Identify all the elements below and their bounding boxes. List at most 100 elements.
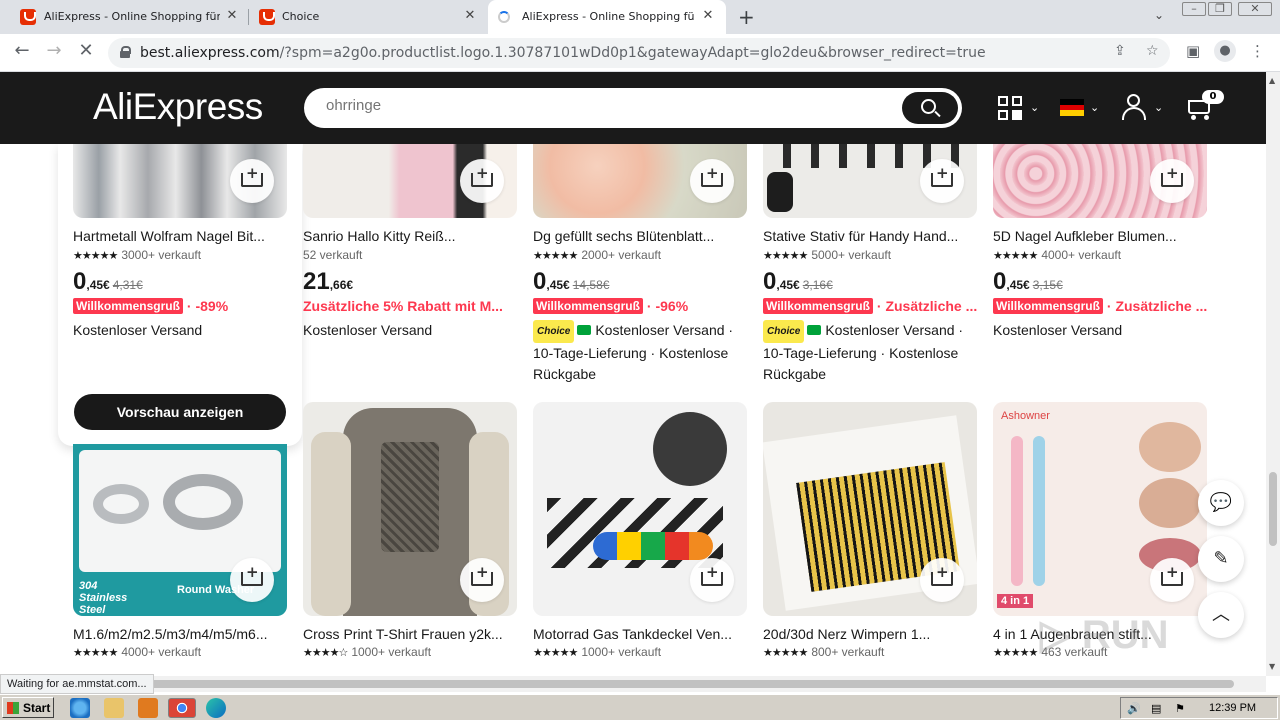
rating-stars-icon: ★★★★★ [993, 647, 1038, 659]
welcome-badge: Willkommensgruß [993, 298, 1103, 314]
browser-tab-2[interactable]: Choice ✕ [249, 0, 487, 34]
add-to-cart-button[interactable] [230, 159, 274, 203]
product-rating: ★★★★★ 4000+ verkauft [993, 248, 1121, 262]
chat-icon[interactable]: 💬 [1198, 480, 1244, 526]
scroll-up-icon[interactable]: ▲ [1269, 76, 1275, 85]
add-to-cart-button[interactable] [920, 159, 964, 203]
chevron-down-icon[interactable]: ⌄ [1154, 101, 1163, 114]
stop-loading-icon[interactable]: ✕ [74, 40, 98, 61]
scroll-down-icon[interactable]: ▼ [1269, 662, 1275, 671]
product-card[interactable]: Dg gefüllt sechs Blütenblatt... ★★★★★200… [533, 144, 747, 384]
bookmark-star-icon[interactable]: ☆ [1146, 43, 1159, 59]
address-bar[interactable]: best.aliexpress.com/?spm=a2g0o.productli… [108, 38, 1170, 68]
close-tab-icon[interactable]: ✕ [462, 8, 478, 23]
product-card[interactable]: Hartmetall Wolfram Nagel Bit... ★★★★★300… [73, 144, 287, 394]
qr-code-icon[interactable] [998, 96, 1022, 120]
qr-square [1012, 96, 1022, 106]
chevron-down-icon[interactable]: ⌄ [1030, 101, 1039, 114]
germany-flag-icon[interactable] [1060, 99, 1084, 117]
cart-count-badge: 0 [1202, 90, 1224, 104]
back-icon[interactable]: ← [10, 40, 34, 61]
volume-icon[interactable]: 🔊 [1127, 702, 1141, 715]
network-icon[interactable]: ▤ [1151, 702, 1161, 715]
sold-count: 4000+ verkauft [1041, 248, 1122, 262]
chevron-down-icon[interactable]: ⌄ [1090, 101, 1099, 114]
maximize-icon[interactable]: ❐ [1208, 2, 1232, 16]
product-card[interactable]: Cross Print T-Shirt Frauen y2k... ★★★★☆1… [303, 402, 517, 674]
product-title[interactable]: Motorrad Gas Tankdeckel Ven... [533, 626, 747, 642]
internet-explorer-icon[interactable] [70, 698, 90, 718]
product-title[interactable]: M1.6/m2/m2.5/m3/m4/m5/m6... [73, 626, 287, 642]
browser-toolbar: ← → ✕ best.aliexpress.com/?spm=a2g0o.pro… [0, 34, 1280, 72]
add-to-cart-button[interactable] [920, 558, 964, 602]
promo-line: Willkommensgruß · -96% [533, 298, 747, 314]
add-to-cart-button[interactable] [1150, 159, 1194, 203]
product-card[interactable]: 20d/30d Nerz Wimpern 1... ★★★★★800+ verk… [763, 402, 977, 674]
horizontal-scrollbar[interactable] [0, 676, 1266, 692]
product-card[interactable]: Motorrad Gas Tankdeckel Ven... ★★★★★1000… [533, 402, 747, 674]
scrollbar-thumb[interactable] [1269, 472, 1277, 546]
add-to-cart-button[interactable] [1150, 558, 1194, 602]
shipping-info: Choice Kostenloser Versand · 10-Tage-Lief… [763, 320, 977, 385]
user-account-icon[interactable] [1122, 94, 1146, 120]
delivery-truck-icon [807, 325, 822, 335]
profile-icon[interactable]: ● [1214, 40, 1236, 62]
promo-line: Willkommensgruß · Zusätzliche ... [763, 298, 977, 314]
edge-icon[interactable] [206, 698, 226, 718]
tab-title: AliExpress - Online Shopping für Elek [44, 10, 220, 23]
minimize-icon[interactable]: – [1182, 2, 1206, 16]
share-icon[interactable]: ⇪ [1114, 43, 1126, 59]
product-title[interactable]: Stative Stativ für Handy Hand... [763, 228, 977, 244]
add-to-cart-button[interactable] [690, 159, 734, 203]
choice-badge: Choice [533, 320, 575, 343]
add-to-cart-button[interactable] [690, 558, 734, 602]
feedback-edit-icon[interactable]: ✎ [1198, 536, 1244, 582]
scrollbar-thumb[interactable] [14, 680, 1234, 688]
flag-icon[interactable]: ⚑ [1175, 702, 1185, 715]
close-tab-icon[interactable]: ✕ [700, 8, 716, 23]
close-window-icon[interactable]: ✕ [1238, 2, 1272, 16]
product-title[interactable]: Sanrio Hallo Kitty Reiß... [303, 228, 517, 244]
search-button[interactable] [902, 92, 958, 124]
promo-text: · Zusätzliche ... [1106, 298, 1207, 314]
sold-count: 52 verkauft [303, 248, 363, 262]
aliexpress-logo[interactable]: AliExpress [93, 86, 263, 128]
scroll-to-top-icon[interactable]: ︿ [1198, 592, 1244, 638]
product-title[interactable]: Dg gefüllt sechs Blütenblatt... [533, 228, 747, 244]
add-to-cart-button[interactable] [230, 558, 274, 602]
promo-text: · Zusätzliche ... [876, 298, 977, 314]
product-card[interactable]: 5D Nagel Aufkleber Blumen... ★★★★★4000+ … [993, 144, 1207, 344]
product-title[interactable]: 20d/30d Nerz Wimpern 1... [763, 626, 977, 642]
washer-ring [93, 484, 149, 524]
browser-tab-3-active[interactable]: AliExpress - Online Shopping für Elek ✕ [488, 0, 726, 34]
close-tab-icon[interactable]: ✕ [224, 8, 240, 23]
start-button[interactable]: Start [2, 697, 54, 718]
search-input[interactable] [326, 97, 886, 114]
vertical-scrollbar[interactable]: ▲ ▼ [1266, 72, 1280, 676]
product-title[interactable]: Cross Print T-Shirt Frauen y2k... [303, 626, 517, 642]
flag-stripe [1060, 110, 1084, 117]
chrome-icon[interactable] [168, 698, 196, 718]
product-image-label: 304 Stainless Steel [79, 580, 128, 616]
add-to-cart-button[interactable] [460, 558, 504, 602]
add-to-cart-button[interactable] [460, 159, 504, 203]
promo-line: Willkommensgruß · Zusätzliche ... [993, 298, 1207, 314]
eye-closeup [1139, 478, 1201, 528]
product-card[interactable]: Stative Stativ für Handy Hand... ★★★★★50… [763, 144, 977, 384]
forward-icon[interactable]: → [42, 40, 66, 61]
product-title[interactable]: Hartmetall Wolfram Nagel Bit... [73, 228, 287, 244]
price-integer: 0 [73, 268, 87, 295]
side-panel-icon[interactable]: ▣ [1186, 42, 1200, 60]
browser-tab-1[interactable]: AliExpress - Online Shopping für Elek ✕ [0, 0, 248, 34]
media-player-icon[interactable] [138, 698, 158, 718]
washer-ring [163, 474, 243, 530]
product-card[interactable]: Sanrio Hallo Kitty Reiß... 52 verkauft 2… [303, 144, 517, 344]
folder-icon[interactable] [104, 698, 124, 718]
original-price: 4,31€ [112, 278, 143, 292]
menu-kebab-icon[interactable]: ⋮ [1250, 42, 1265, 60]
new-tab-icon[interactable]: + [738, 5, 755, 29]
aliexpress-favicon-icon [259, 9, 275, 25]
product-title[interactable]: 5D Nagel Aufkleber Blumen... [993, 228, 1207, 244]
product-card[interactable]: 304 Stainless Steel Round Washer M1.6/m2… [73, 402, 287, 674]
tab-search-icon[interactable]: ⌄ [1154, 8, 1164, 22]
